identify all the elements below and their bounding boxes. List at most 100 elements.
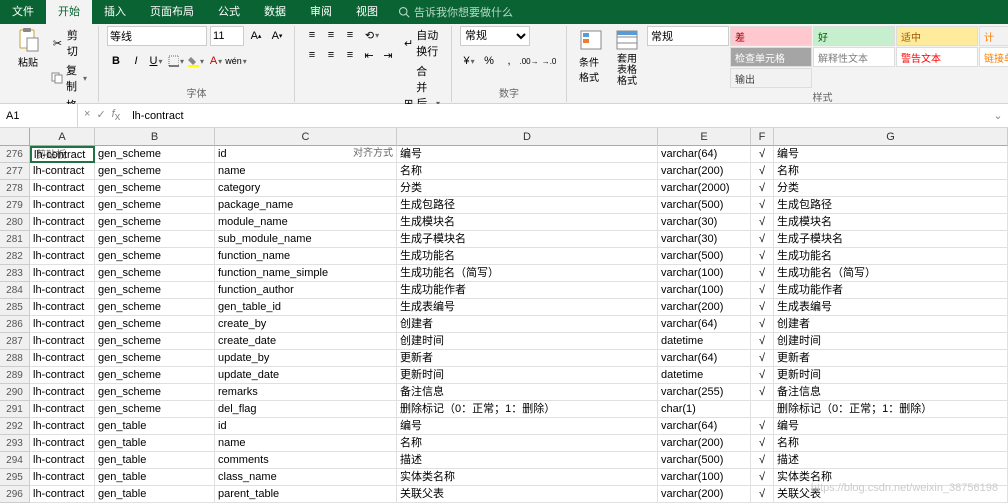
cell-style-option[interactable]: 差 bbox=[730, 26, 812, 46]
cell[interactable]: 删除标记（0：正常；1：删除） bbox=[774, 401, 1008, 418]
cell[interactable]: varchar(500) bbox=[658, 452, 751, 469]
cell-style-option[interactable]: 链接单元格 bbox=[979, 47, 1008, 67]
decrease-indent-button[interactable]: ⇤ bbox=[360, 46, 378, 64]
conditional-format-button[interactable]: 条件格式 bbox=[575, 26, 607, 86]
row-header[interactable]: 276 bbox=[0, 146, 30, 163]
row-header[interactable]: 290 bbox=[0, 384, 30, 401]
cell[interactable]: 生成功能作者 bbox=[397, 282, 658, 299]
row-header[interactable]: 294 bbox=[0, 452, 30, 469]
column-header[interactable]: B bbox=[95, 128, 215, 146]
cell[interactable]: 备注信息 bbox=[397, 384, 658, 401]
increase-font-button[interactable]: A▴ bbox=[247, 27, 265, 45]
wrap-text-button[interactable]: ↵自动换行 bbox=[401, 26, 443, 60]
row-header[interactable]: 278 bbox=[0, 180, 30, 197]
cell[interactable]: lh-contract bbox=[30, 265, 95, 282]
cell[interactable]: √ bbox=[751, 452, 774, 469]
cell[interactable]: 更新者 bbox=[774, 350, 1008, 367]
cell[interactable]: √ bbox=[751, 248, 774, 265]
cell[interactable]: gen_scheme bbox=[95, 401, 215, 418]
cell[interactable]: function_author bbox=[215, 282, 397, 299]
cell[interactable]: 生成功能作者 bbox=[774, 282, 1008, 299]
row-header[interactable]: 292 bbox=[0, 418, 30, 435]
row-header[interactable]: 285 bbox=[0, 299, 30, 316]
cell[interactable]: √ bbox=[751, 214, 774, 231]
decrease-font-button[interactable]: A▾ bbox=[268, 27, 286, 45]
cell[interactable]: 生成包路径 bbox=[774, 197, 1008, 214]
cell[interactable]: lh-contract bbox=[30, 248, 95, 265]
cell[interactable]: gen_scheme bbox=[95, 180, 215, 197]
cell[interactable]: √ bbox=[751, 299, 774, 316]
cell[interactable]: 生成包路径 bbox=[397, 197, 658, 214]
cell[interactable]: package_name bbox=[215, 197, 397, 214]
row-header[interactable]: 284 bbox=[0, 282, 30, 299]
tell-me[interactable]: 告诉我你想要做什么 bbox=[398, 4, 513, 20]
enter-formula-button[interactable]: ✓ bbox=[96, 108, 105, 123]
cell[interactable]: 描述 bbox=[774, 452, 1008, 469]
cell-style-input[interactable] bbox=[647, 26, 729, 46]
row-header[interactable]: 288 bbox=[0, 350, 30, 367]
cell[interactable]: 更新时间 bbox=[774, 367, 1008, 384]
cell[interactable]: 分类 bbox=[397, 180, 658, 197]
cell[interactable]: lh-contract bbox=[30, 282, 95, 299]
cell[interactable]: varchar(30) bbox=[658, 231, 751, 248]
cell[interactable]: 生成模块名 bbox=[397, 214, 658, 231]
column-header[interactable]: C bbox=[215, 128, 397, 146]
font-size-select[interactable] bbox=[210, 26, 244, 46]
cell[interactable]: lh-contract bbox=[30, 469, 95, 486]
fill-color-button[interactable]: ▾ bbox=[187, 52, 205, 70]
cell[interactable]: gen_scheme bbox=[95, 384, 215, 401]
cell[interactable]: √ bbox=[751, 197, 774, 214]
cell[interactable]: lh-contract bbox=[30, 452, 95, 469]
cell[interactable]: √ bbox=[751, 282, 774, 299]
paste-button[interactable]: 粘贴 bbox=[12, 26, 44, 71]
border-button[interactable]: ▾ bbox=[167, 52, 185, 70]
cell[interactable]: lh-contract bbox=[30, 367, 95, 384]
cell[interactable]: lh-contract bbox=[30, 435, 95, 452]
cell[interactable]: gen_scheme bbox=[95, 282, 215, 299]
cut-button[interactable]: ✂剪切 bbox=[48, 26, 90, 60]
cell[interactable]: gen_scheme bbox=[95, 231, 215, 248]
column-header[interactable]: D bbox=[397, 128, 658, 146]
cell[interactable]: del_flag bbox=[215, 401, 397, 418]
cell[interactable]: gen_scheme bbox=[95, 248, 215, 265]
cell[interactable]: gen_scheme bbox=[95, 146, 215, 163]
cell[interactable]: √ bbox=[751, 231, 774, 248]
font-color-button[interactable]: A▾ bbox=[207, 52, 225, 70]
cell[interactable]: varchar(200) bbox=[658, 299, 751, 316]
orientation-button[interactable]: ⟲▾ bbox=[360, 26, 384, 44]
cell[interactable]: parent_table bbox=[215, 486, 397, 503]
cell[interactable]: √ bbox=[751, 333, 774, 350]
row-header[interactable]: 282 bbox=[0, 248, 30, 265]
increase-decimal-button[interactable]: .00→ bbox=[520, 52, 538, 70]
cell-style-option[interactable]: 好 bbox=[813, 26, 895, 46]
cell[interactable]: gen_scheme bbox=[95, 316, 215, 333]
cell[interactable]: gen_table bbox=[95, 435, 215, 452]
cell[interactable]: 备注信息 bbox=[774, 384, 1008, 401]
cell[interactable]: comments bbox=[215, 452, 397, 469]
cell[interactable]: 生成表编号 bbox=[397, 299, 658, 316]
tab-home[interactable]: 开始 bbox=[46, 0, 92, 24]
cell[interactable]: lh-contract bbox=[30, 231, 95, 248]
cell[interactable]: 更新者 bbox=[397, 350, 658, 367]
format-as-table-button[interactable]: 套用 表格格式 bbox=[611, 26, 643, 89]
cell[interactable]: lh-contract bbox=[30, 486, 95, 503]
cell[interactable]: √ bbox=[751, 316, 774, 333]
cell[interactable]: 分类 bbox=[774, 180, 1008, 197]
expand-formula-bar-button[interactable]: ⌄ bbox=[988, 109, 1008, 122]
cell[interactable]: gen_scheme bbox=[95, 163, 215, 180]
bold-button[interactable]: B bbox=[107, 52, 125, 70]
cell[interactable]: 实体类名称 bbox=[774, 469, 1008, 486]
row-header[interactable]: 281 bbox=[0, 231, 30, 248]
align-middle-button[interactable]: ≡ bbox=[322, 26, 340, 44]
cell[interactable]: gen_scheme bbox=[95, 367, 215, 384]
cell[interactable]: 实体类名称 bbox=[397, 469, 658, 486]
cell[interactable]: 创建时间 bbox=[774, 333, 1008, 350]
cell[interactable]: lh-contract bbox=[30, 197, 95, 214]
cell[interactable]: sub_module_name bbox=[215, 231, 397, 248]
cell[interactable]: gen_scheme bbox=[95, 265, 215, 282]
cell[interactable]: 生成表编号 bbox=[774, 299, 1008, 316]
cell[interactable]: gen_scheme bbox=[95, 333, 215, 350]
tab-data[interactable]: 数据 bbox=[252, 0, 298, 24]
cell[interactable]: gen_table bbox=[95, 486, 215, 503]
align-top-button[interactable]: ≡ bbox=[303, 26, 321, 44]
